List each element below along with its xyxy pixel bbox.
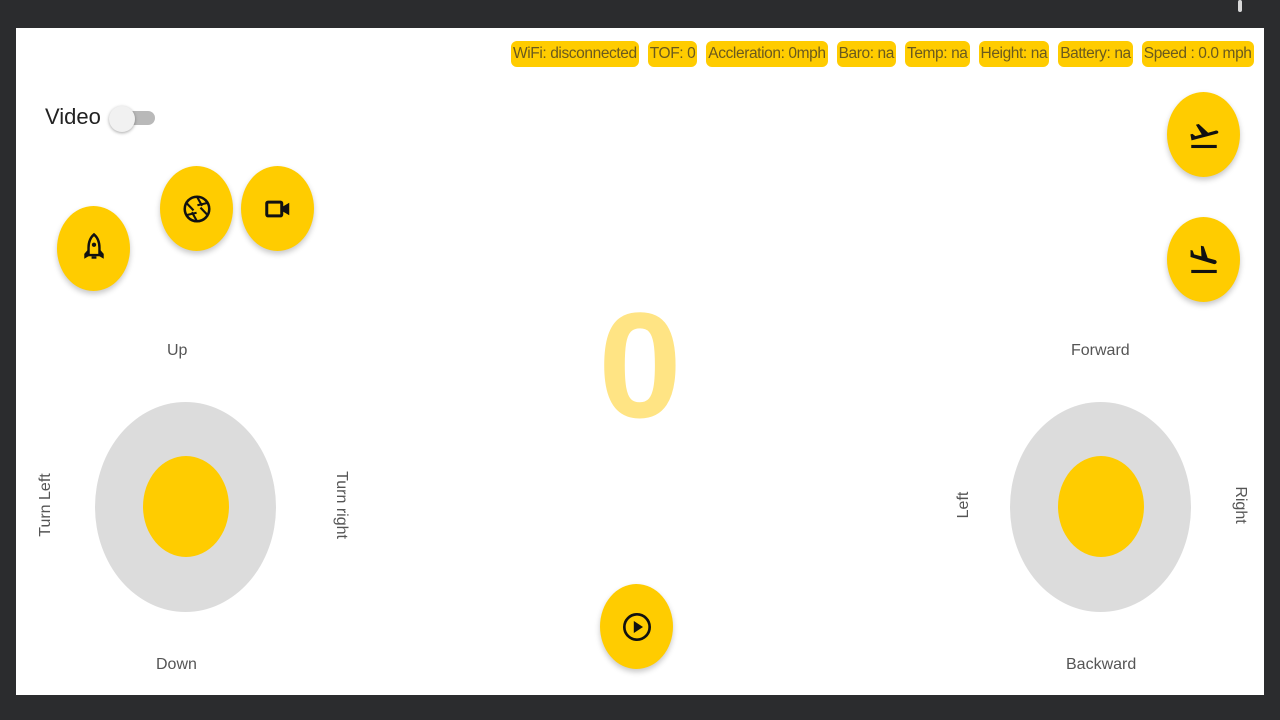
acceleration-status-chip: Accleration: 0mph	[706, 41, 828, 67]
window-edge-indicator	[1238, 0, 1242, 12]
play-button[interactable]	[600, 584, 673, 669]
speed-status-chip: Speed : 0.0 mph	[1141, 41, 1254, 67]
flight-land-icon	[1187, 243, 1221, 277]
temp-status-chip: Temp: na	[904, 41, 970, 67]
right-joystick-up-label: Forward	[1071, 342, 1130, 359]
rocket-icon	[79, 232, 109, 266]
record-video-button[interactable]	[241, 166, 314, 251]
video-camera-icon	[263, 194, 293, 224]
flight-takeoff-icon	[1187, 118, 1221, 152]
tof-status-chip: TOF: 0	[647, 41, 698, 67]
right-joystick-left-label: Left	[955, 491, 972, 519]
wifi-status-chip: WiFi: disconnected	[511, 41, 639, 67]
launch-button[interactable]	[57, 206, 130, 291]
left-joystick-left-label: Turn Left	[37, 473, 54, 537]
take-photo-button[interactable]	[160, 166, 233, 251]
telemetry-status-bar: WiFi: disconnected TOF: 0 Accleration: 0…	[511, 41, 1254, 67]
video-toggle-knob	[109, 106, 135, 132]
takeoff-button[interactable]	[1167, 92, 1240, 177]
countdown-display: 0	[598, 281, 682, 449]
baro-status-chip: Baro: na	[836, 41, 896, 67]
camera-shutter-icon	[181, 193, 213, 225]
right-joystick-down-label: Backward	[1066, 656, 1137, 673]
video-toggle-label: Video	[45, 104, 101, 129]
battery-status-chip: Battery: na	[1058, 41, 1133, 67]
left-joystick-down-label: Down	[156, 656, 197, 673]
left-joystick-up-label: Up	[167, 342, 188, 359]
right-joystick-right-label: Right	[1232, 486, 1249, 524]
right-joystick-handle[interactable]	[1058, 456, 1144, 557]
play-circle-icon	[621, 611, 653, 643]
left-joystick-right-label: Turn right	[333, 471, 350, 539]
left-joystick-handle[interactable]	[143, 456, 229, 557]
land-button[interactable]	[1167, 217, 1240, 302]
video-toggle-switch[interactable]	[109, 106, 155, 132]
height-status-chip: Height: na	[978, 41, 1050, 67]
drone-controller-screen: WiFi: disconnected TOF: 0 Accleration: 0…	[16, 28, 1264, 695]
